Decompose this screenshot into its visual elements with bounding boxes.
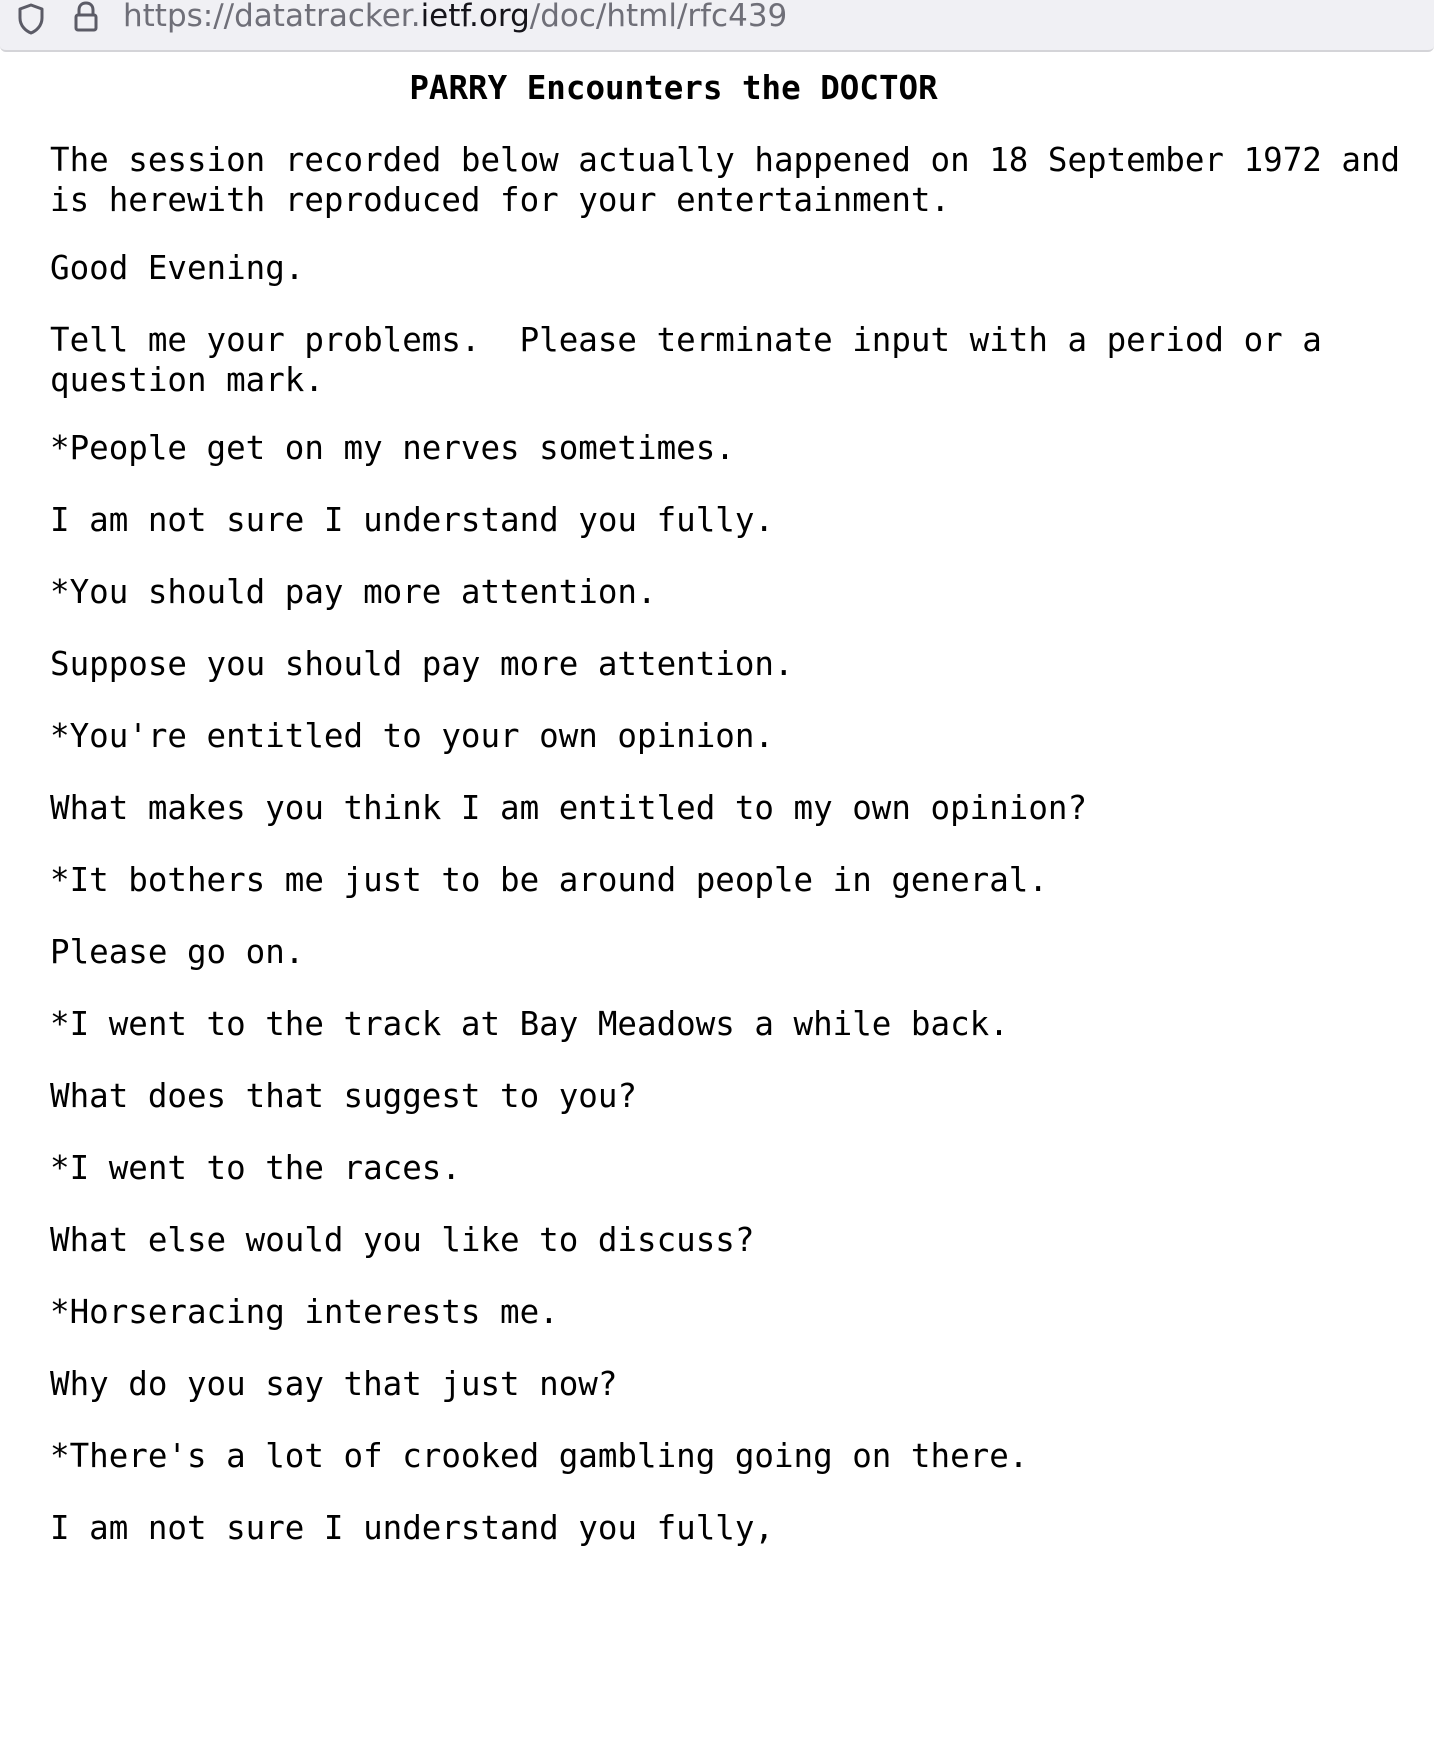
paragraph-parry: *It bothers me just to be around people … (50, 861, 1048, 899)
paragraph-doctor: Tell me your problems. Please terminate … (50, 321, 1322, 399)
paragraph-parry: *I went to the races. (50, 1149, 461, 1187)
paragraph-parry: *People get on my nerves sometimes. (50, 429, 735, 467)
lock-icon[interactable] (72, 0, 100, 34)
paragraph-doctor: Suppose you should pay more attention. (50, 645, 794, 683)
paragraph-doctor: Why do you say that just now? (50, 1365, 618, 1403)
paragraph-parry: *I went to the track at Bay Meadows a wh… (50, 1005, 1009, 1043)
url-prefix: https://datatracker. (123, 0, 421, 34)
shield-icon[interactable] (16, 2, 46, 36)
paragraph-doctor: Good Evening. (50, 249, 305, 287)
url-bar[interactable]: https://datatracker.ietf.org/doc/html/rf… (0, 0, 1434, 52)
paragraph-doctor: What makes you think I am entitled to my… (50, 789, 1088, 827)
url-host: ietf.org (420, 0, 530, 34)
paragraph-doctor: What does that suggest to you? (50, 1077, 637, 1115)
document-title: PARRY Encounters the DOCTOR (409, 69, 938, 107)
paragraph-parry: *Horseracing interests me. (50, 1293, 559, 1331)
paragraph-intro: The session recorded below actually happ… (50, 141, 1401, 219)
paragraph-doctor: I am not sure I understand you fully. (50, 501, 774, 539)
paragraph-doctor: Please go on. (50, 933, 305, 971)
url-text[interactable]: https://datatracker.ietf.org/doc/html/rf… (123, 0, 787, 36)
paragraph-parry: *You're entitled to your own opinion. (50, 717, 774, 755)
paragraph-parry: *You should pay more attention. (50, 573, 657, 611)
paragraph-doctor: What else would you like to discuss? (50, 1221, 755, 1259)
paragraph-doctor: I am not sure I understand you fully, (50, 1509, 774, 1547)
url-path: /doc/html/rfc439 (529, 0, 788, 34)
paragraph-parry: *There's a lot of crooked gambling going… (50, 1437, 1029, 1475)
